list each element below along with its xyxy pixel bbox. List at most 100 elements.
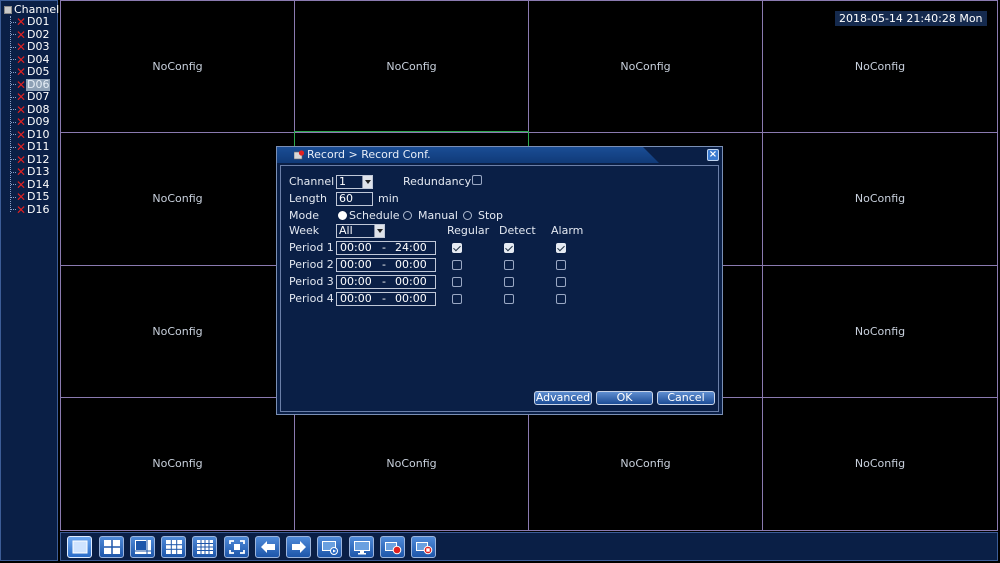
regular-checkbox[interactable] [452,294,462,304]
ok-button[interactable]: OK [596,391,653,405]
alarm-checkbox[interactable] [556,277,566,287]
detect-checkbox[interactable] [504,243,514,253]
mode-stop-label: Stop [478,209,504,222]
record-button[interactable] [380,536,405,558]
disconnected-x-icon: ✕ [16,152,27,167]
video-cell[interactable]: NoConfig [295,1,529,134]
noconfig-label: NoConfig [152,324,203,338]
channel-tree-panel: Channel ✕ D01 ✕ D02 ✕ D03 ✕ D04 ✕ D05 ✕ D06 ✕ D07 ✕ D08… [0,0,59,561]
noconfig-label: NoConfig [152,60,203,73]
dialog-titlebar[interactable]: Record > Record Conf. × [277,147,722,164]
video-cell[interactable]: NoConfig [529,1,763,134]
length-input[interactable]: 60 [336,192,373,206]
video-cell[interactable]: NoConfig [61,133,295,266]
mode-schedule-radio[interactable] [338,211,347,220]
sidebar-item-d12[interactable]: ✕ D12 [11,152,50,167]
video-cell[interactable]: NoConfig [61,397,295,530]
alarm-checkbox[interactable] [556,260,566,270]
sidebar-item-d02[interactable]: ✕ D02 [11,27,50,42]
cancel-button[interactable]: Cancel [657,391,715,405]
period-time-range[interactable]: 00:00-24:00 [336,241,436,255]
sidebar-item-d04[interactable]: ✕ D04 [11,52,50,67]
video-cell[interactable]: NoConfig [763,133,997,266]
period-sep-time: - [382,292,386,305]
channel-select[interactable]: 1 [336,175,373,189]
period-label: Period 4 [289,292,334,305]
video-cell[interactable]: NoConfig [61,265,295,398]
previous-button[interactable] [255,536,280,558]
disconnected-x-icon: ✕ [16,65,27,79]
noconfig-label: NoConfig [854,456,906,470]
alarm-checkbox[interactable] [556,243,566,253]
video-cell[interactable]: NoConfig [295,397,529,530]
video-cell[interactable]: NoConfig [763,398,997,530]
length-unit: min [378,192,399,205]
record-config-dialog: Record > Record Conf. × Channel 1 Redund… [276,146,723,415]
sidebar-item-d14[interactable]: ✕ D14 [11,178,50,191]
monitor-button[interactable] [349,536,374,558]
period-end-time: 00:00 [395,275,427,288]
eight-view-button[interactable] [130,536,155,558]
noconfig-label: NoConfig [854,60,906,73]
sidebar-item-d16[interactable]: ✕ D16 [11,202,50,217]
stop-record-button[interactable] [411,536,436,558]
mode-stop-radio[interactable] [463,211,472,220]
disconnected-x-icon: ✕ [16,140,27,154]
quad-view-button[interactable] [99,536,124,558]
week-select[interactable]: All [336,224,385,238]
period-label: Period 2 [289,258,334,271]
sidebar-item-d06[interactable]: ✕ D06 [11,78,51,91]
stop-record-icon [416,542,433,555]
alarm-checkbox[interactable] [556,294,566,304]
playback-button[interactable] [317,536,342,558]
detect-checkbox[interactable] [504,260,514,270]
next-icon [292,541,306,553]
single-view-button[interactable] [67,536,92,558]
disconnected-x-icon: ✕ [16,52,27,67]
disconnected-x-icon: ✕ [16,202,27,217]
advanced-button[interactable]: Advanced [534,391,592,405]
sidebar-item-d11[interactable]: ✕ D11 [11,141,50,153]
tree-root-icon [4,6,12,14]
active-cell-border [294,131,529,132]
nine-view-button[interactable] [161,536,186,558]
detect-checkbox[interactable] [504,277,514,287]
noconfig-label: NoConfig [152,192,203,206]
video-cell[interactable]: NoConfig [763,266,997,398]
sidebar-item-d03[interactable]: ✕ D03 [11,41,50,53]
channel-label: D02 [27,27,50,41]
fullscreen-button[interactable] [224,536,249,558]
sidebar-item-d05[interactable]: ✕ D05 [11,66,50,78]
close-icon[interactable]: × [707,149,719,161]
regular-checkbox[interactable] [452,277,462,287]
sidebar-item-d09[interactable]: ✕ D09 [11,116,50,128]
redundancy-checkbox[interactable] [472,175,482,185]
video-cell[interactable]: NoConfig [61,1,295,134]
week-select-value: All [339,224,353,237]
period-start-time: 00:00 [340,241,372,254]
sidebar-item-d01[interactable]: ✕ D01 [11,16,50,28]
sidebar-item-d07[interactable]: ✕ D07 [11,91,50,103]
chevron-down-icon [362,176,372,188]
sidebar-item-d10[interactable]: ✕ D10 [11,128,50,141]
regular-checkbox[interactable] [452,260,462,270]
regular-checkbox[interactable] [452,243,462,253]
sidebar-item-d08[interactable]: ✕ D08 [11,103,50,116]
period-time-range[interactable]: 00:00-00:00 [336,258,436,272]
next-button[interactable] [286,536,311,558]
redundancy-label: Redundancy [403,175,472,188]
sidebar-item-d15[interactable]: ✕ D15 [11,191,50,203]
period-time-range[interactable]: 00:00-00:00 [336,275,436,289]
video-cell[interactable]: NoConfig [529,397,763,530]
detect-checkbox[interactable] [504,294,514,304]
disconnected-x-icon: ✕ [16,40,27,54]
sidebar-item-d13[interactable]: ✕ D13 [11,166,50,178]
period-end-time: 00:00 [395,292,427,305]
period-start-time: 00:00 [340,292,372,305]
sixteen-view-button[interactable] [192,536,217,558]
period-time-range[interactable]: 00:00-00:00 [336,292,436,306]
disconnected-x-icon: ✕ [16,27,27,42]
mode-manual-radio[interactable] [403,211,412,220]
eight-view-icon [135,540,151,554]
dialog-title: Record > Record Conf. [307,148,431,161]
